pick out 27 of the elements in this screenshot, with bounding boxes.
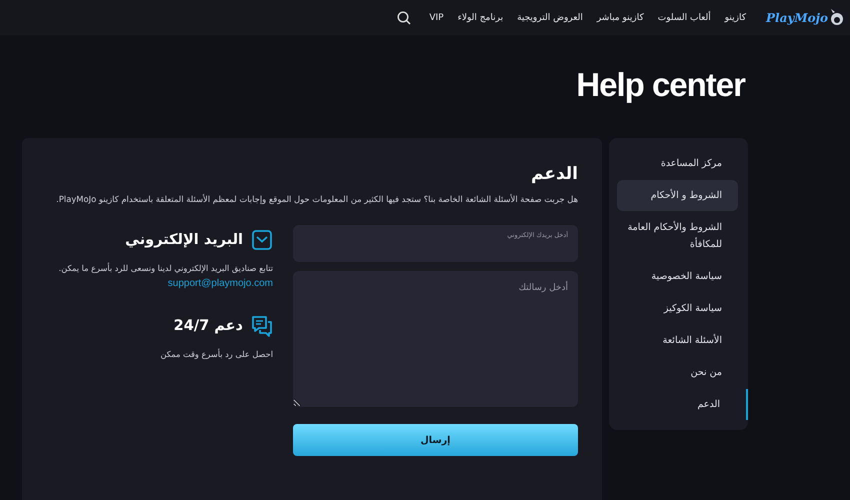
sidebar-item[interactable]: من نحن [617, 357, 738, 388]
intro-text: هل جربت صفحة الأسئلة الشائعة الخاصة بنا؟ ستجد فيها الكثير من المعلومات حول الموقع وإجابات لمعظم الأسئلة المتعلقة باستخدام كازينو PlayMoJo. [55, 194, 578, 204]
message-field[interactable]: أدخل رسالتك [293, 271, 578, 407]
chat-icon [251, 315, 273, 337]
section-title: الدعم [530, 164, 578, 184]
page-title: Help center [575, 65, 745, 105]
logo[interactable]: PlayMojo [766, 10, 828, 24]
sidebar-item[interactable]: سياسة الخصوصية [617, 261, 738, 292]
contact-text: تتابع صناديق البريد الإلكتروني لدينا ونسعى للرد بأسرع ما يمكن. [58, 262, 273, 275]
nav-link[interactable]: VIP [429, 12, 444, 22]
sidebar-item[interactable]: الأسئلة الشائعة [617, 325, 738, 356]
nav-link[interactable]: كازينو مباشر [596, 12, 644, 22]
sidebar-item[interactable]: الشروط و الأحكام [617, 180, 738, 211]
nav-link[interactable]: برنامج الولاء [458, 12, 504, 22]
sidebar-item[interactable]: الشروط والأحكام العامة للمكافأة [617, 212, 738, 260]
search-icon[interactable] [397, 10, 412, 24]
contact-title: دعم 24/7 [174, 318, 243, 334]
send-button[interactable]: إرسال [293, 424, 578, 456]
sidebar-item[interactable]: مركز المساعدة [617, 148, 738, 179]
sidebar-item[interactable]: الدعم [617, 389, 748, 420]
nav-link[interactable]: العروض الترويجية [517, 12, 583, 22]
contact-title: البريد الإلكتروني [125, 232, 243, 248]
nav-link[interactable]: كازينو [724, 12, 746, 22]
sidebar-item[interactable]: سياسة الكوكيز [617, 293, 738, 324]
contact-text: احصل على رد بأسرع وقت ممكن [160, 348, 273, 361]
email-link[interactable]: support@playmojo.com [168, 278, 273, 289]
nav-link[interactable]: ألعاب السلوت [658, 12, 711, 22]
